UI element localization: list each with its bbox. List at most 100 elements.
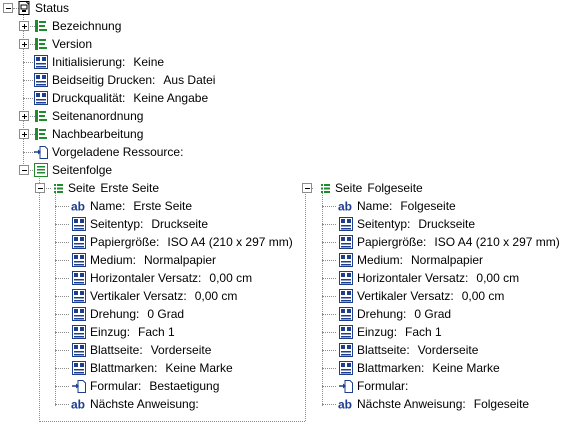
collapse-toggle[interactable] — [19, 165, 29, 175]
property-label: Nächste Anweisung: — [357, 397, 466, 411]
tree-connector — [55, 260, 69, 261]
green-list-small-icon — [53, 180, 65, 196]
expand-toggle[interactable] — [19, 21, 29, 31]
expand-toggle[interactable] — [19, 39, 29, 49]
property-row[interactable]: Einzug: Fach 1 — [338, 323, 442, 341]
property-label: Einzug: — [90, 325, 131, 339]
tree-item-vorgeladene-ressource[interactable]: Vorgeladene Ressource: — [33, 143, 183, 161]
property-row[interactable]: Horizontaler Versatz: 0,00 cm — [338, 269, 519, 287]
property-value: Normalpapier — [144, 253, 217, 267]
property-value: 0,00 cm — [209, 271, 253, 285]
resource-arrow-icon — [33, 144, 49, 160]
expand-toggle[interactable] — [19, 111, 29, 121]
property-row[interactable]: ab Nächste Anweisung: Folgeseite — [338, 395, 529, 413]
property-row[interactable]: ab Name: Folgeseite — [338, 197, 456, 215]
green-list-icon — [33, 126, 49, 142]
property-row[interactable]: Blattmarken: Keine Marke — [338, 359, 500, 377]
tree-connector — [55, 206, 69, 207]
green-list-icon — [33, 162, 49, 178]
tree-item-seitenanordnung[interactable]: Seitenanordnung — [33, 107, 143, 125]
property-label: Papiergröße: — [90, 235, 160, 249]
property-value: Erste Seite — [133, 199, 193, 213]
blue-property-icon — [338, 252, 354, 268]
property-row[interactable]: Einzug: Fach 1 — [71, 323, 175, 341]
blue-property-icon — [338, 360, 354, 376]
tree-item-seite-folge[interactable]: Seite Folgeseite — [320, 179, 423, 197]
tree-connector — [322, 206, 336, 207]
property-row[interactable]: Seitentyp: Druckseite — [71, 215, 208, 233]
property-row[interactable]: Vertikaler Versatz: 0,00 cm — [338, 287, 504, 305]
property-row[interactable]: Formular: Bestaetigung — [71, 377, 219, 395]
property-value: 0,00 cm — [476, 271, 520, 285]
property-label: Blattmarken: — [90, 361, 158, 375]
property-label: Vertikaler Versatz: — [90, 289, 187, 303]
tree-item-beidseitig-drucken[interactable]: Beidseitig Drucken: Aus Datei — [33, 71, 215, 89]
resource-arrow-icon — [338, 378, 354, 394]
property-label: Horizontaler Versatz: — [90, 271, 202, 285]
property-row[interactable]: Papiergröße: ISO A4 (210 x 297 mm) — [71, 233, 293, 251]
property-row[interactable]: Seitentyp: Druckseite — [338, 215, 475, 233]
property-value: Vorderseite — [150, 343, 212, 357]
property-value: Druckseite — [418, 217, 476, 231]
blue-property-icon — [338, 324, 354, 340]
property-row[interactable]: Drehung: 0 Grad — [338, 305, 451, 323]
tree-item-initialisierung[interactable]: Initialisierung: Keine — [33, 53, 164, 71]
property-row[interactable]: Horizontaler Versatz: 0,00 cm — [71, 269, 252, 287]
property-row[interactable]: ab Nächste Anweisung: — [71, 395, 207, 413]
property-row[interactable]: Blattmarken: Keine Marke — [71, 359, 233, 377]
tree-connector — [44, 188, 51, 189]
property-value: 0 Grad — [414, 307, 452, 321]
property-row[interactable]: Vertikaler Versatz: 0,00 cm — [71, 287, 237, 305]
expand-toggle[interactable] — [19, 129, 29, 139]
property-row[interactable]: Papiergröße: ISO A4 (210 x 297 mm) — [338, 233, 560, 251]
tree-item-seite-erste[interactable]: Seite Erste Seite — [53, 179, 159, 197]
blue-property-icon — [71, 306, 87, 322]
blue-property-icon — [71, 216, 87, 232]
tree-connector — [55, 404, 69, 405]
blue-property-icon — [338, 234, 354, 250]
property-value: Fach 1 — [405, 325, 442, 339]
property-value: 0 Grad — [147, 307, 185, 321]
property-row[interactable]: Formular: — [338, 377, 416, 395]
tree-item-druckqualitaet[interactable]: Druckqualität: Keine Angabe — [33, 89, 208, 107]
property-row[interactable]: Blattseite: Vorderseite — [71, 341, 211, 359]
property-label: Nächste Anweisung: — [90, 397, 199, 411]
tree-connector — [55, 368, 69, 369]
tree-item-nachbearbeitung[interactable]: Nachbearbeitung — [33, 125, 143, 143]
tree-root-label: Status — [35, 1, 70, 15]
collapse-toggle[interactable] — [302, 183, 312, 193]
tree-connector — [55, 224, 69, 225]
property-value: Druckseite — [151, 217, 209, 231]
property-row[interactable]: ab Name: Erste Seite — [71, 197, 192, 215]
property-row[interactable]: Medium: Normalpapier — [338, 251, 483, 269]
property-row[interactable]: Drehung: 0 Grad — [71, 305, 184, 323]
blue-property-icon — [71, 324, 87, 340]
tree-root[interactable]: Status — [16, 0, 69, 17]
ab-icon: ab — [338, 396, 354, 412]
tree-item-version[interactable]: Version — [33, 35, 92, 53]
tree-connector — [55, 242, 69, 243]
collapse-toggle[interactable] — [3, 3, 13, 13]
svg-text:ab: ab — [338, 398, 352, 412]
blue-property-icon — [338, 270, 354, 286]
blue-property-icon — [338, 288, 354, 304]
property-label: Drehung: — [357, 307, 407, 321]
tree-item-bezeichnung[interactable]: Bezeichnung — [33, 17, 121, 35]
blue-property-icon — [71, 270, 87, 286]
tree-connector — [322, 224, 336, 225]
collapse-toggle[interactable] — [35, 183, 45, 193]
property-value: 0,00 cm — [194, 289, 238, 303]
property-row[interactable]: Medium: Normalpapier — [71, 251, 216, 269]
svg-text:ab: ab — [71, 398, 85, 412]
green-list-small-icon — [320, 180, 332, 196]
tree-connector — [55, 314, 69, 315]
property-label: Vertikaler Versatz: — [357, 289, 454, 303]
blue-property-icon — [338, 306, 354, 322]
blue-property-icon — [338, 342, 354, 358]
blue-property-icon — [71, 342, 87, 358]
tree-item-seitenfolge[interactable]: Seitenfolge — [33, 161, 112, 179]
tree-connector — [23, 13, 24, 170]
tree-connector — [322, 332, 336, 333]
property-label: Formular: — [357, 379, 409, 393]
property-row[interactable]: Blattseite: Vorderseite — [338, 341, 478, 359]
